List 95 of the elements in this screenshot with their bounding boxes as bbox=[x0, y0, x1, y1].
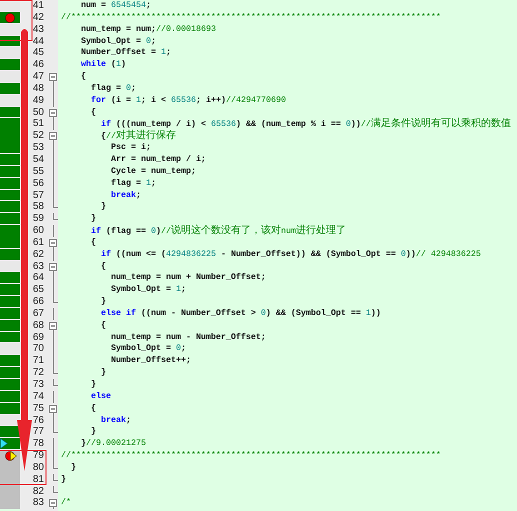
line-number: 49 bbox=[32, 94, 45, 107]
code-line: num_temp = num - Number_Offset; bbox=[110, 332, 266, 344]
line-number: 72 bbox=[32, 367, 45, 379]
code-line: { bbox=[80, 71, 86, 83]
line-number: 80 bbox=[32, 462, 45, 474]
code-line: } bbox=[100, 296, 106, 308]
line-number: 46 bbox=[32, 59, 45, 72]
code-line: } bbox=[70, 462, 76, 474]
code-line: for (i = 1; i < 65536; i++)//4294770690 bbox=[90, 94, 286, 107]
line-number: 70 bbox=[32, 343, 45, 356]
line-number: 57 bbox=[32, 190, 45, 202]
fold-toggle-icon[interactable] bbox=[49, 106, 58, 118]
code-line: Arr = num_temp / i; bbox=[110, 154, 206, 166]
line-number: 47 bbox=[32, 71, 45, 83]
line-number: 81 bbox=[32, 474, 45, 486]
code-line: Symbol_Opt = 0; bbox=[110, 343, 186, 356]
code-line: //************************************************************************** bbox=[61, 12, 441, 24]
line-number: 67 bbox=[32, 308, 45, 320]
line-number: 41 bbox=[32, 0, 45, 12]
line-number: 78 bbox=[32, 438, 45, 450]
line-number: 43 bbox=[32, 24, 45, 36]
line-number: 54 bbox=[32, 154, 45, 166]
line-number: 63 bbox=[32, 260, 45, 272]
line-number: 73 bbox=[32, 379, 45, 391]
code-line: while (1) bbox=[80, 59, 126, 72]
code-line: num_temp = num + Number_Offset; bbox=[110, 272, 266, 284]
code-line: flag = 0; bbox=[90, 82, 136, 95]
code-line: } bbox=[100, 201, 106, 214]
line-number: 62 bbox=[32, 248, 45, 261]
code-line: if ((num <= (4294836225 - Number_Offset)) && (Symbol_Opt == 0))// 4294836225 bbox=[100, 248, 481, 261]
code-line: else if ((num - Number_Offset > 0) && (Symbol_Opt == 1)) bbox=[100, 308, 381, 320]
line-number: 56 bbox=[32, 178, 45, 190]
code-line: } bbox=[61, 474, 66, 486]
fold-toggle-icon[interactable] bbox=[49, 260, 58, 272]
line-number: 55 bbox=[32, 166, 45, 178]
code-line: num_temp = num;//0.00018693 bbox=[80, 24, 216, 36]
code-line: } bbox=[90, 213, 96, 226]
code-line: { bbox=[90, 236, 96, 249]
line-number: 68 bbox=[32, 320, 45, 332]
code-line: } bbox=[100, 367, 106, 379]
fold-toggle-icon[interactable] bbox=[49, 71, 58, 83]
code-line: } bbox=[90, 426, 96, 438]
line-number: 61 bbox=[32, 236, 45, 249]
fold-toggle-icon[interactable] bbox=[49, 130, 58, 142]
line-number: 76 bbox=[32, 414, 45, 426]
code-line: } bbox=[90, 379, 96, 391]
line-number: 64 bbox=[32, 272, 45, 284]
line-number: 83 bbox=[32, 497, 45, 510]
code-line: Symbol_Opt = 1; bbox=[110, 284, 186, 296]
line-number: 58 bbox=[32, 201, 45, 214]
line-number: 77 bbox=[32, 426, 45, 438]
fold-toggle-icon[interactable] bbox=[49, 320, 58, 332]
code-line: Symbol_Opt = 0; bbox=[80, 36, 156, 48]
line-number: 71 bbox=[32, 355, 45, 368]
code-line: num = 6545454; bbox=[80, 0, 151, 12]
code-line: if (flag == 0)//说明这个数没有了，该对num进行处理了 bbox=[90, 225, 346, 238]
line-number: 79 bbox=[32, 450, 45, 462]
code-line: Number_Offset = 1; bbox=[80, 47, 171, 60]
code-line: break; bbox=[100, 414, 131, 426]
fold-toggle-icon[interactable] bbox=[49, 236, 58, 249]
code-line: { bbox=[100, 320, 106, 332]
line-number: 59 bbox=[32, 213, 45, 226]
line-number: 53 bbox=[32, 142, 45, 154]
line-number: 42 bbox=[32, 12, 45, 24]
line-number: 75 bbox=[32, 402, 45, 415]
line-number: 44 bbox=[32, 36, 45, 48]
code-line: Number_Offset++; bbox=[110, 355, 191, 368]
line-number: 48 bbox=[32, 82, 45, 95]
fold-toggle-icon[interactable] bbox=[49, 497, 58, 510]
fold-toggle-icon[interactable] bbox=[49, 402, 58, 415]
code-line: { bbox=[90, 402, 96, 415]
highlight-frame bbox=[0, 0, 32, 41]
line-number: 69 bbox=[32, 332, 45, 344]
line-number: 82 bbox=[32, 486, 45, 498]
line-number: 51 bbox=[32, 118, 45, 131]
code-line: //************************************************************************** bbox=[61, 450, 441, 462]
line-number: 66 bbox=[32, 296, 45, 308]
line-number: 74 bbox=[32, 390, 45, 403]
code-line: Cycle = num_temp; bbox=[110, 166, 196, 178]
line-number: 50 bbox=[32, 106, 45, 118]
line-number: 52 bbox=[32, 130, 45, 143]
line-number: 65 bbox=[32, 284, 45, 296]
code-line: /* bbox=[61, 497, 71, 510]
code-line: if (((num_temp / i) < 65536) && (num_temp % i == 0))//满足条件说明有可以乘积的数值 bbox=[100, 118, 511, 130]
line-number: 45 bbox=[32, 47, 45, 60]
code-line: {//对其进行保存 bbox=[100, 130, 176, 143]
code-line: flag = 1; bbox=[110, 178, 156, 190]
highlight-frame bbox=[0, 450, 46, 485]
line-number: 60 bbox=[32, 225, 45, 238]
code-line: }//9.00021275 bbox=[80, 438, 146, 450]
code-line: { bbox=[90, 106, 96, 118]
code-line: { bbox=[100, 260, 106, 272]
code-line: Psc = i; bbox=[110, 142, 151, 154]
code-line: break; bbox=[110, 190, 141, 202]
code-line: else bbox=[90, 390, 111, 403]
